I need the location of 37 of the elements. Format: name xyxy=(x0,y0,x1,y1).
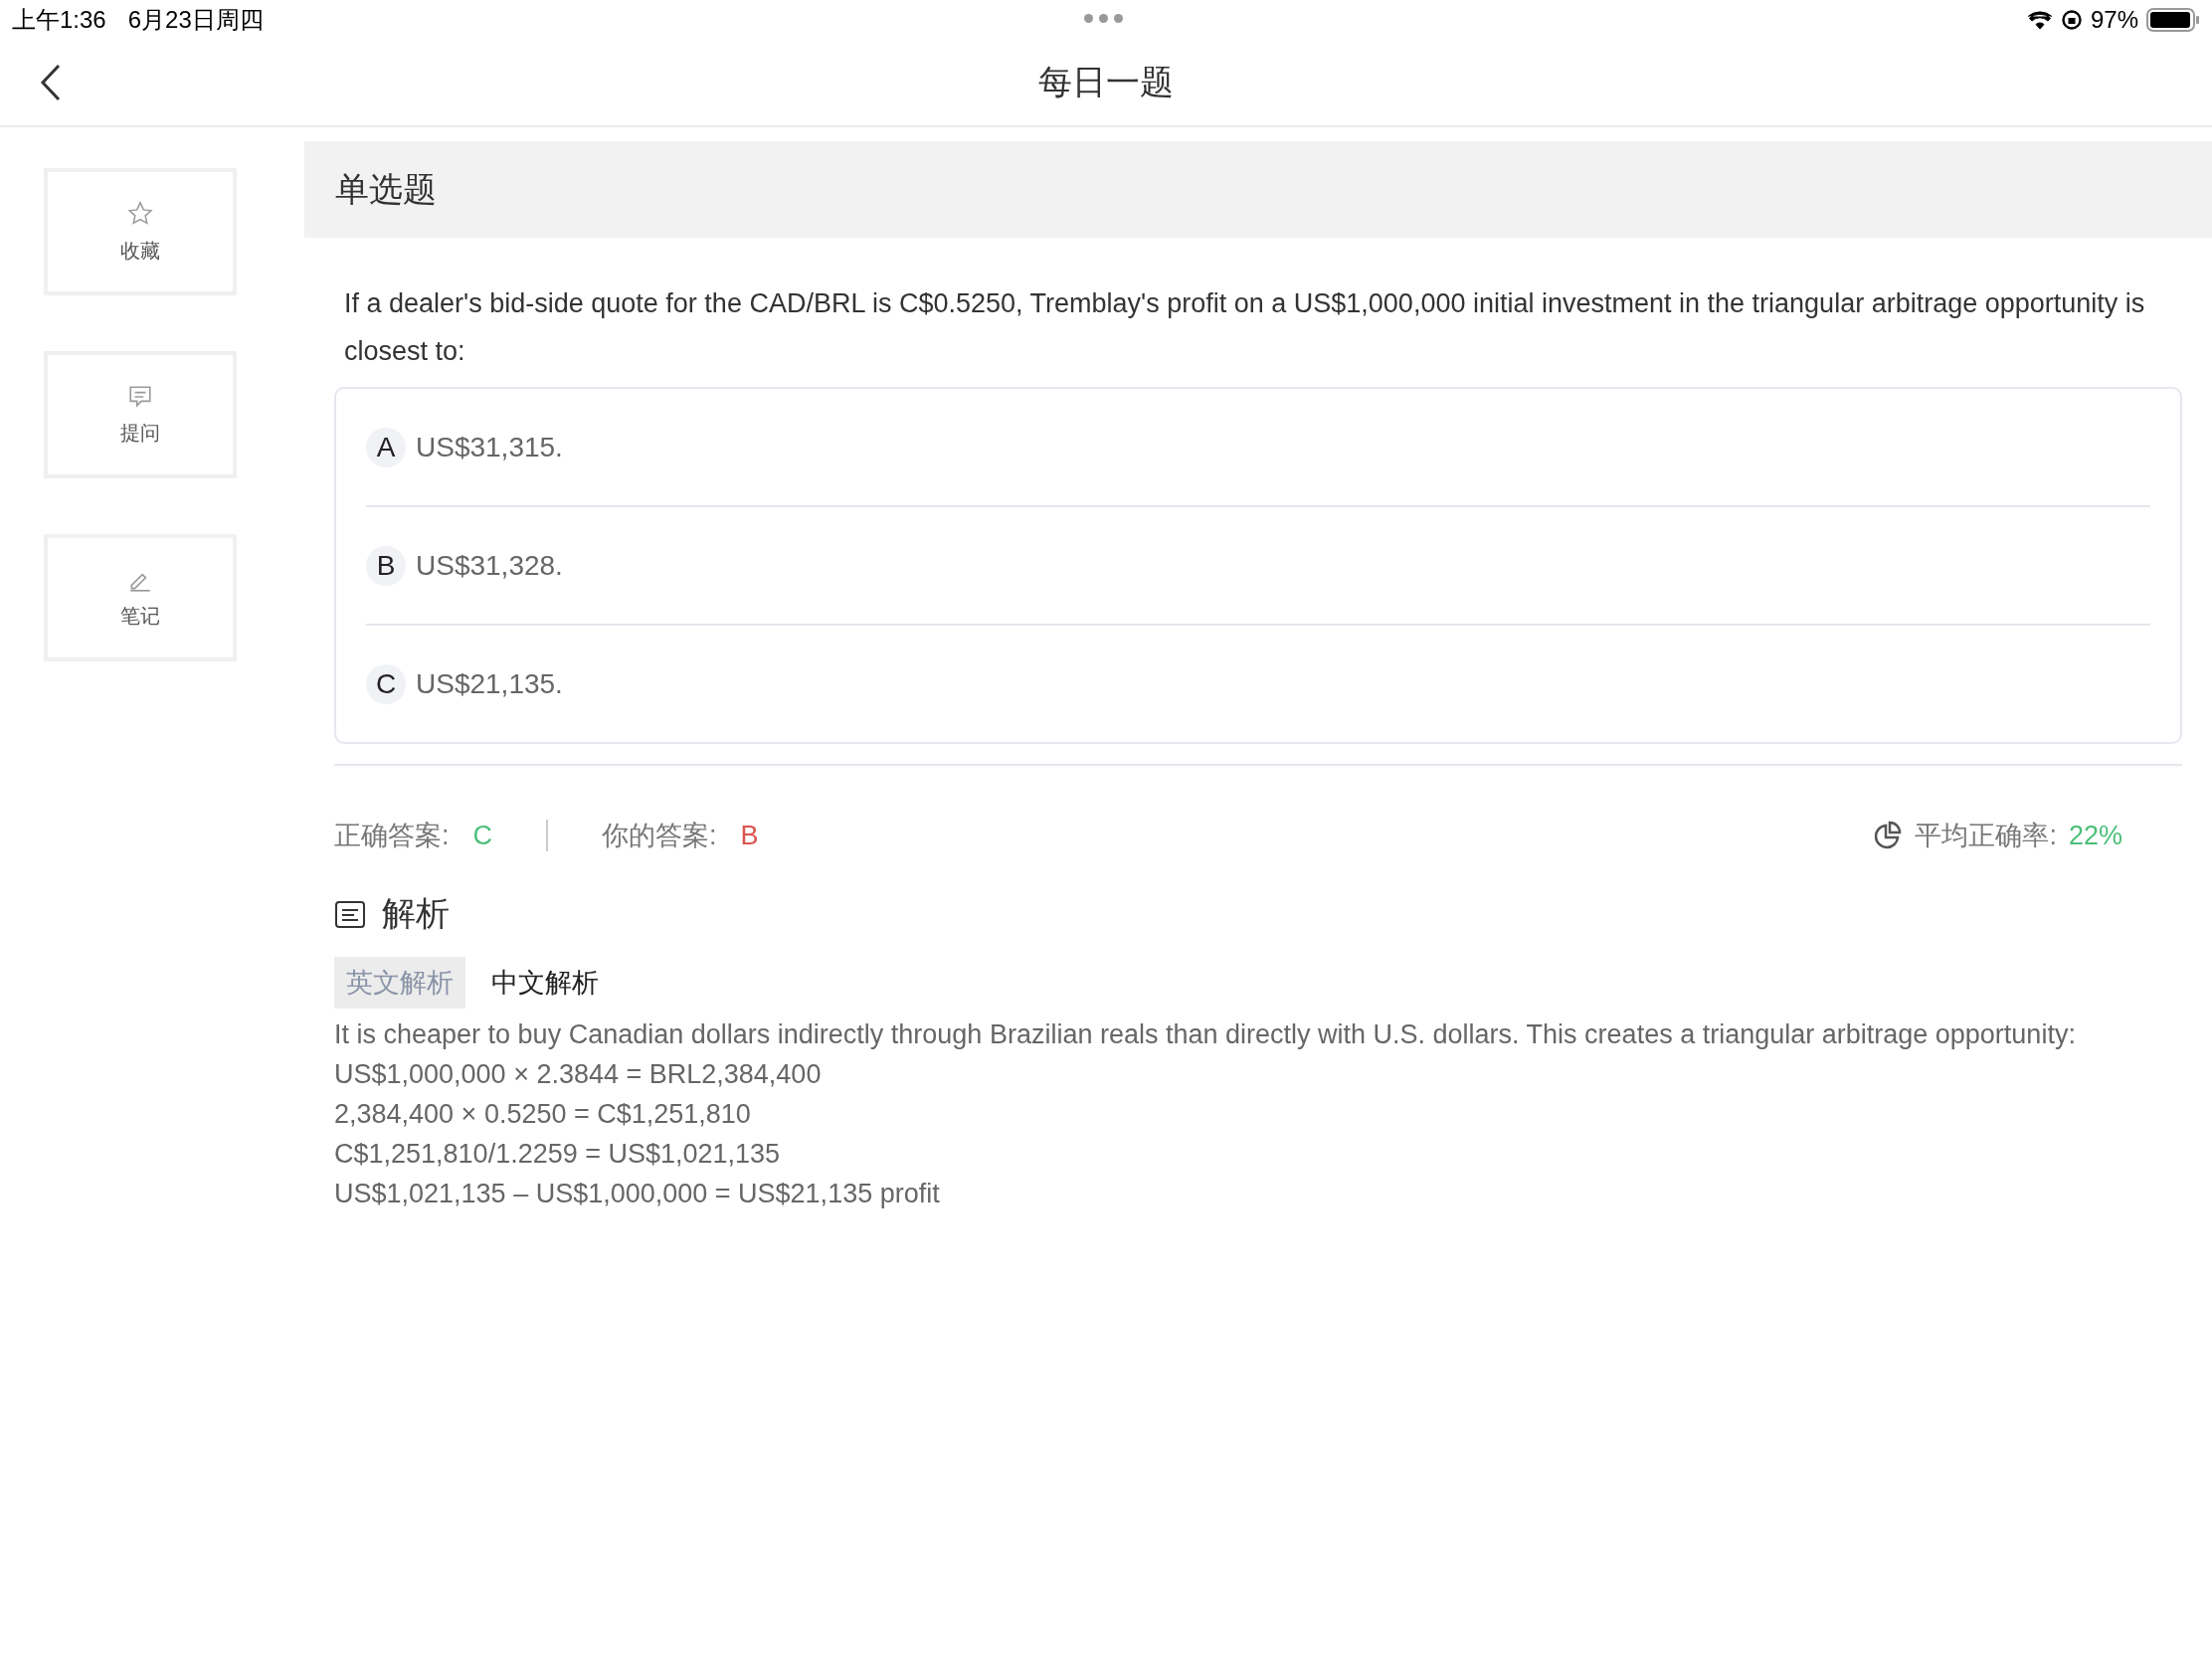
document-icon xyxy=(334,898,366,930)
status-date: 6月23日周四 xyxy=(127,5,264,35)
correct-answer-value: C xyxy=(472,820,492,851)
explanation-line: 2,384,400 × 0.5250 = C$1,251,810 xyxy=(334,1098,752,1131)
correct-answer-label: 正确答案: xyxy=(334,820,450,852)
answer-option[interactable]: A US$31,315. xyxy=(366,389,2150,507)
answer-option[interactable]: C US$21,135. xyxy=(366,626,2150,742)
option-letter: A xyxy=(366,427,406,467)
average-rate-value: 22% xyxy=(2068,820,2122,851)
explanation-line: C$1,251,810/1.2259 = US$1,021,135 xyxy=(334,1138,782,1171)
back-icon[interactable] xyxy=(40,64,62,101)
multitask-dots-icon[interactable] xyxy=(1084,14,1123,23)
sidebar-button[interactable]: 提问 xyxy=(44,351,237,478)
wifi-icon xyxy=(2026,10,2053,30)
battery-percent: 97% xyxy=(2090,6,2138,34)
comment-icon xyxy=(127,383,153,410)
pie-chart-icon xyxy=(1873,821,1904,850)
rotation-lock-icon xyxy=(2060,9,2083,31)
option-letter: B xyxy=(366,545,406,586)
status-time: 上午1:36 xyxy=(12,5,106,35)
page-title: 每日一题 xyxy=(1038,62,1174,102)
option-letter: C xyxy=(366,663,406,704)
question-text: If a dealer's bid-side quote for the CAD/BRL is C$0.5250, Tremblay's profit on a US$1,000,000 initial investment in the triangular arbitrage opportunity is closest to: xyxy=(344,287,2146,368)
sidebar-button[interactable]: 收藏 xyxy=(44,168,237,295)
your-answer-value: B xyxy=(740,820,759,851)
analysis-title: 解析 xyxy=(382,893,450,934)
explanation-line: It is cheaper to buy Canadian dollars indirectly through Brazilian reals than directly with U.S. dollars. This creates a triangular arbitrage opportunity: xyxy=(334,1018,2077,1051)
explanation-line: US$1,021,135 – US$1,000,000 = US$21,135 profit xyxy=(334,1178,941,1210)
language-tab[interactable]: 中文解析 xyxy=(479,957,611,1009)
sidebar-button[interactable]: 笔记 xyxy=(44,534,237,661)
question-type: 单选题 xyxy=(335,168,437,210)
star-icon xyxy=(126,199,154,228)
your-answer-label: 你的答案: xyxy=(602,820,717,852)
battery-icon xyxy=(2146,8,2200,32)
answer-option[interactable]: B US$31,328. xyxy=(366,507,2150,626)
explanation-line: US$1,000,000 × 2.3844 = BRL2,384,400 xyxy=(334,1058,823,1091)
average-rate-label: 平均正确率: xyxy=(1915,820,2057,852)
